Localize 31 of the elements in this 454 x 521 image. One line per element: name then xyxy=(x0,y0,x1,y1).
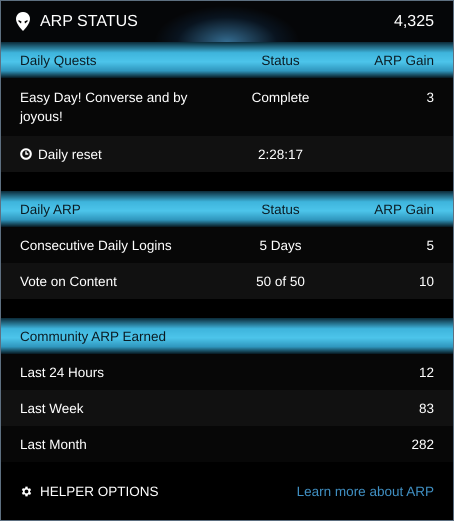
gain-cell-text: 5 xyxy=(425,236,434,254)
section-title: Community ARP Earned xyxy=(20,328,168,344)
row-label: Last 24 Hours xyxy=(20,364,106,382)
column-heading: ARP Gain xyxy=(373,52,434,70)
gain-cell-text: 3 xyxy=(425,89,434,107)
row-label: Vote on Content xyxy=(20,272,118,290)
column-heading: Status xyxy=(260,200,301,218)
gain-cell-text: 10 xyxy=(418,272,434,290)
status-cell-text: 5 Days xyxy=(258,236,303,254)
learn-more-link[interactable]: Learn more about ARP xyxy=(296,484,434,498)
row-label: Last Week xyxy=(20,400,85,418)
status-cell-text: 50 of 50 xyxy=(255,272,306,290)
gain-cell-text: 282 xyxy=(410,436,434,454)
gain-cell-text: 12 xyxy=(418,364,434,382)
column-heading: Status xyxy=(260,52,301,70)
column-heading: ARP Gain xyxy=(373,200,434,218)
row-label: Consecutive Daily Logins xyxy=(20,236,173,254)
section-title: Daily Quests xyxy=(20,52,98,68)
gear-icon xyxy=(20,484,33,498)
section-title: Daily ARP xyxy=(20,202,82,216)
countdown: 2:28:17 xyxy=(256,146,304,164)
arp-total: 4,325 xyxy=(394,12,434,30)
helper-options-button[interactable]: HELPER OPTIONS xyxy=(20,484,159,498)
clock-icon xyxy=(20,148,32,160)
status-cell-text: Complete xyxy=(250,89,310,107)
gain-cell-text: 83 xyxy=(418,400,434,418)
panel-title: ARP STATUS xyxy=(40,12,139,30)
row-label: Easy Day! Converse and by joyous! xyxy=(20,89,188,126)
reset-text: Daily reset xyxy=(38,146,102,164)
row-label: Last Month xyxy=(20,436,88,454)
alien-head-icon xyxy=(16,12,30,31)
